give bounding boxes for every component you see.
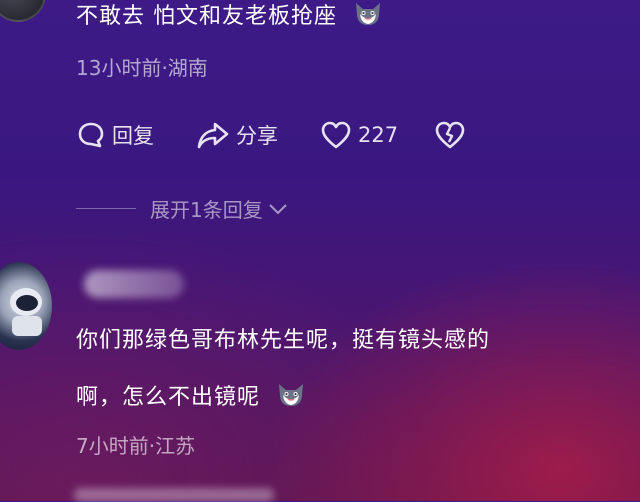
heart-icon — [321, 121, 351, 149]
reply-label: 回复 — [112, 124, 154, 148]
comment-bubble-icon — [78, 122, 104, 148]
username-blurred[interactable] — [84, 270, 184, 298]
comment-text-content: 不敢去 怕文和友老板抢座 — [76, 4, 337, 29]
share-button[interactable]: 分享 — [196, 120, 278, 150]
comment-text: 你们那绿色哥布林先生呢，挺有镜头感的 — [76, 324, 490, 357]
divider — [76, 208, 136, 209]
comment-text: 不敢去 怕文和友老板抢座 — [76, 0, 383, 33]
expand-replies-label: 展开1条回复 — [150, 198, 263, 222]
comment-text-line: 啊，怎么不出镜呢 — [76, 385, 261, 410]
broken-heart-icon — [435, 121, 465, 149]
like-button[interactable]: 227 — [320, 120, 398, 150]
next-comment-blurred — [74, 488, 274, 502]
cat-face-icon — [356, 3, 380, 25]
expand-replies-button[interactable]: 展开1条回复 — [76, 194, 289, 223]
cat-face-icon — [279, 384, 304, 406]
share-label: 分享 — [236, 124, 278, 148]
reply-button[interactable]: 回复 — [76, 120, 154, 150]
share-arrow-icon — [197, 122, 229, 149]
avatar[interactable] — [0, 262, 52, 350]
astronaut-icon — [10, 288, 42, 336]
dislike-button[interactable] — [434, 120, 466, 150]
avatar[interactable] — [0, 0, 46, 22]
like-count: 227 — [358, 123, 399, 147]
comment-meta: 13小时前·湖南 — [76, 56, 208, 80]
comment-text-line: 你们那绿色哥布林先生呢，挺有镜头感的 — [76, 328, 491, 353]
comment-meta: 7小时前·江苏 — [76, 434, 196, 458]
comment-text: 啊，怎么不出镜呢 — [76, 381, 306, 414]
chevron-down-icon — [269, 203, 287, 214]
